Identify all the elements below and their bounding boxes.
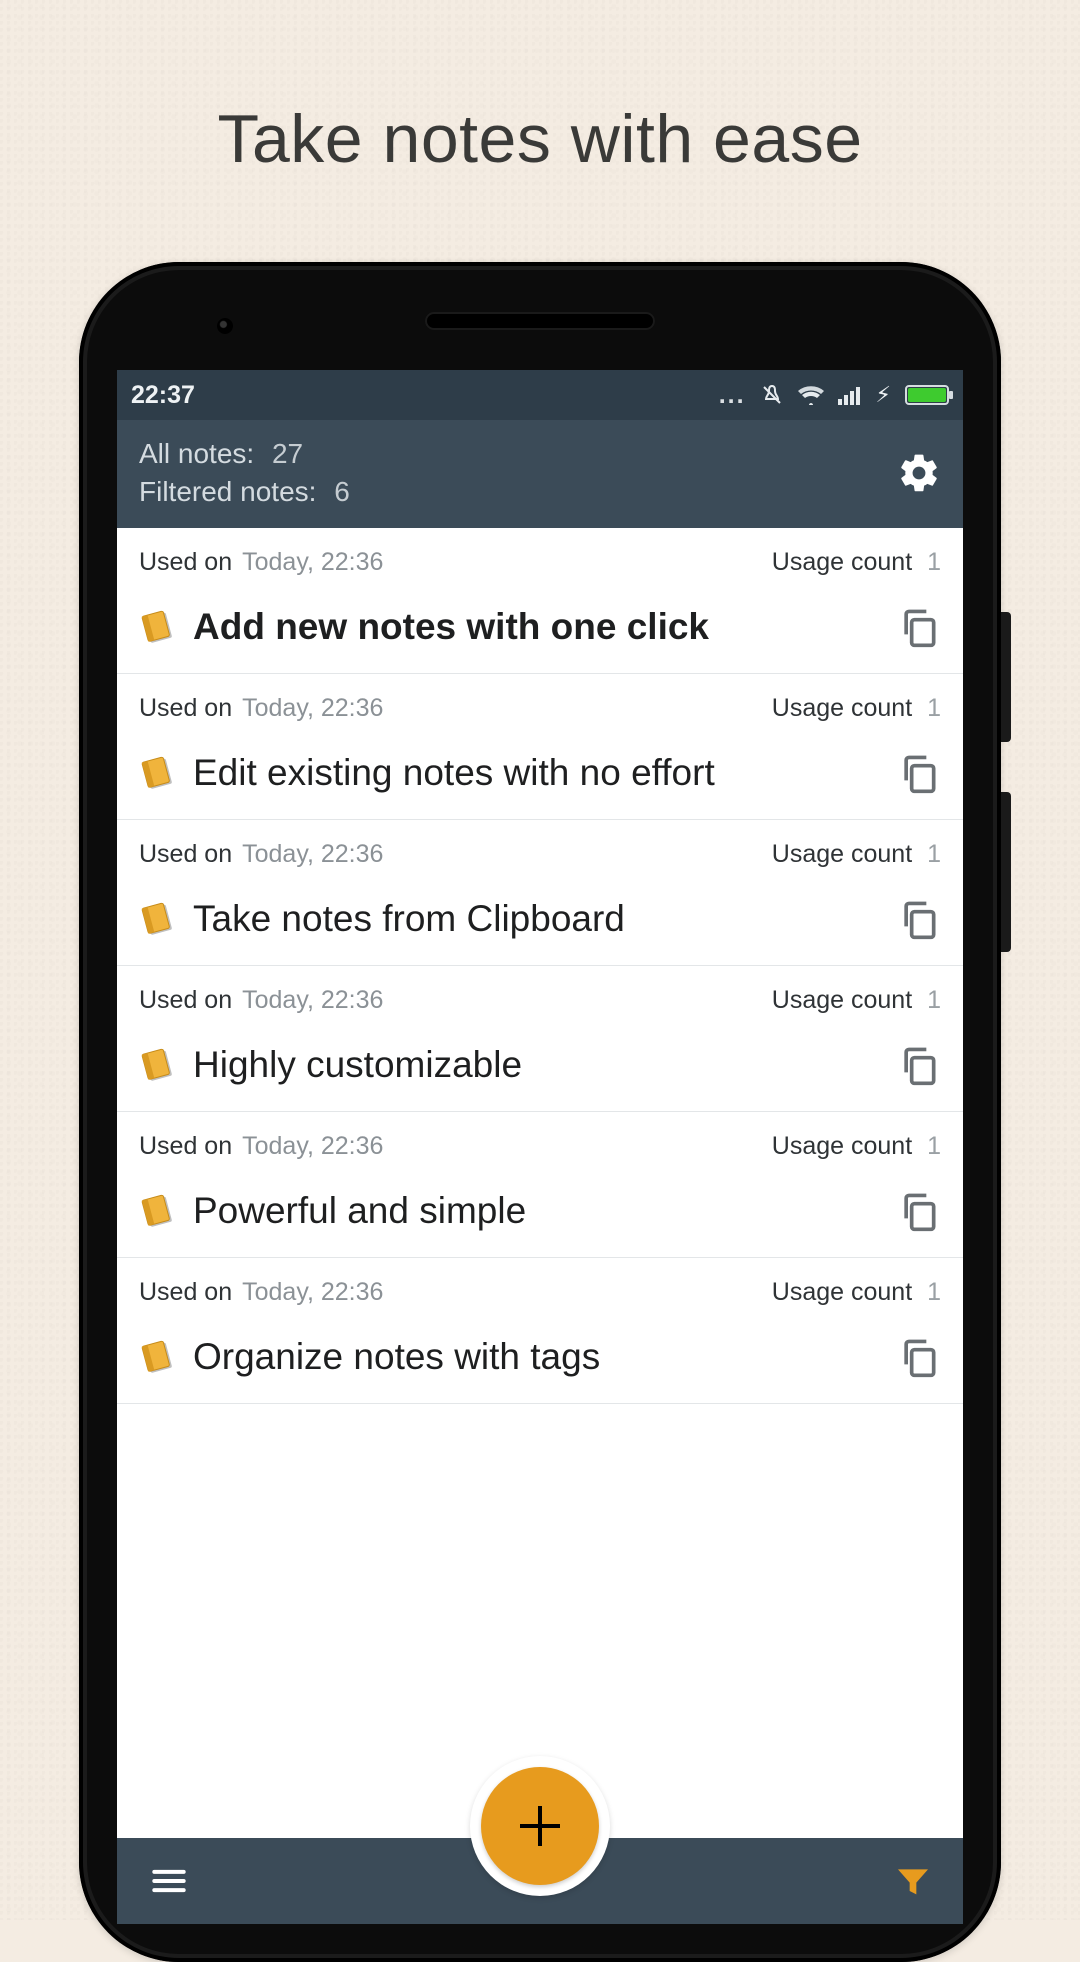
note-item[interactable]: Used on Today, 22:36 Usage count 1 Organ…	[117, 1258, 963, 1404]
note-item[interactable]: Used on Today, 22:36 Usage count 1 Highl…	[117, 966, 963, 1112]
notebook-icon	[139, 755, 175, 791]
notebook-icon	[139, 1193, 175, 1229]
copy-icon	[897, 897, 941, 941]
used-on-date: Today, 22:36	[242, 986, 383, 1015]
all-notes-label: All notes:	[139, 438, 254, 469]
phone-side-button	[1001, 612, 1011, 742]
copy-button[interactable]	[897, 1189, 941, 1233]
used-on-date: Today, 22:36	[242, 1132, 383, 1161]
copy-icon	[897, 751, 941, 795]
used-on-date: Today, 22:36	[242, 1278, 383, 1307]
phone-side-button	[1001, 792, 1011, 952]
usage-count-label: Usage count	[772, 548, 912, 576]
add-note-button[interactable]	[481, 1767, 599, 1885]
note-item[interactable]: Used on Today, 22:36 Usage count 1 Add n…	[117, 528, 963, 674]
usage-count-label: Usage count	[772, 694, 912, 722]
notebook-icon	[139, 901, 175, 937]
hamburger-icon	[147, 1859, 191, 1903]
usage-count-value: 1	[927, 1132, 941, 1160]
more-dots-icon: ...	[719, 381, 746, 410]
plus-icon	[520, 1806, 560, 1846]
usage-count-label: Usage count	[772, 986, 912, 1014]
used-on-label: Used on	[139, 986, 232, 1015]
menu-button[interactable]	[147, 1859, 191, 1903]
silent-icon	[760, 383, 784, 407]
note-item[interactable]: Used on Today, 22:36 Usage count 1 Power…	[117, 1112, 963, 1258]
used-on-label: Used on	[139, 694, 232, 723]
notebook-icon	[139, 1047, 175, 1083]
note-title: Powerful and simple	[193, 1190, 879, 1232]
signal-icon	[838, 385, 862, 405]
phone-screen: 22:37 ...	[117, 370, 963, 1924]
used-on-date: Today, 22:36	[242, 694, 383, 723]
copy-button[interactable]	[897, 605, 941, 649]
copy-icon	[897, 605, 941, 649]
usage-count-value: 1	[927, 986, 941, 1014]
settings-button[interactable]	[897, 451, 941, 495]
usage-count-label: Usage count	[772, 1278, 912, 1306]
filter-icon	[893, 1861, 933, 1901]
copy-icon	[897, 1335, 941, 1379]
usage-count-value: 1	[927, 1278, 941, 1306]
note-title: Add new notes with one click	[193, 606, 879, 648]
status-bar: 22:37 ...	[117, 370, 963, 420]
fab-container	[470, 1756, 610, 1896]
note-title: Take notes from Clipboard	[193, 898, 879, 940]
all-notes-count: 27	[272, 438, 303, 469]
notes-list: Used on Today, 22:36 Usage count 1 Add n…	[117, 528, 963, 1404]
charging-icon: ⚡︎	[876, 382, 891, 408]
app-header: All notes: 27 Filtered notes: 6	[117, 420, 963, 528]
note-title: Organize notes with tags	[193, 1336, 879, 1378]
used-on-date: Today, 22:36	[242, 840, 383, 869]
notebook-icon	[139, 1339, 175, 1375]
phone-camera	[217, 318, 233, 334]
usage-count-value: 1	[927, 840, 941, 868]
used-on-label: Used on	[139, 840, 232, 869]
usage-count-value: 1	[927, 694, 941, 722]
filtered-notes-label: Filtered notes:	[139, 476, 316, 507]
phone-frame: 22:37 ...	[79, 262, 1001, 1962]
battery-icon	[905, 385, 949, 405]
note-title: Edit existing notes with no effort	[193, 752, 879, 794]
usage-count-label: Usage count	[772, 840, 912, 868]
copy-icon	[897, 1189, 941, 1233]
copy-button[interactable]	[897, 1335, 941, 1379]
used-on-date: Today, 22:36	[242, 548, 383, 577]
note-item[interactable]: Used on Today, 22:36 Usage count 1 Edit …	[117, 674, 963, 820]
filter-button[interactable]	[893, 1861, 933, 1901]
note-title: Highly customizable	[193, 1044, 879, 1086]
copy-button[interactable]	[897, 897, 941, 941]
notebook-icon	[139, 609, 175, 645]
filtered-notes-count: 6	[334, 476, 350, 507]
used-on-label: Used on	[139, 548, 232, 577]
copy-button[interactable]	[897, 1043, 941, 1087]
gear-icon	[897, 451, 941, 495]
marketing-headline: Take notes with ease	[0, 100, 1080, 178]
phone-bezel: 22:37 ...	[87, 270, 993, 1954]
used-on-label: Used on	[139, 1278, 232, 1307]
status-time: 22:37	[131, 381, 195, 410]
used-on-label: Used on	[139, 1132, 232, 1161]
wifi-icon	[798, 385, 824, 405]
usage-count-value: 1	[927, 548, 941, 576]
note-item[interactable]: Used on Today, 22:36 Usage count 1 Take …	[117, 820, 963, 966]
phone-earpiece	[425, 312, 655, 330]
copy-button[interactable]	[897, 751, 941, 795]
usage-count-label: Usage count	[772, 1132, 912, 1160]
copy-icon	[897, 1043, 941, 1087]
